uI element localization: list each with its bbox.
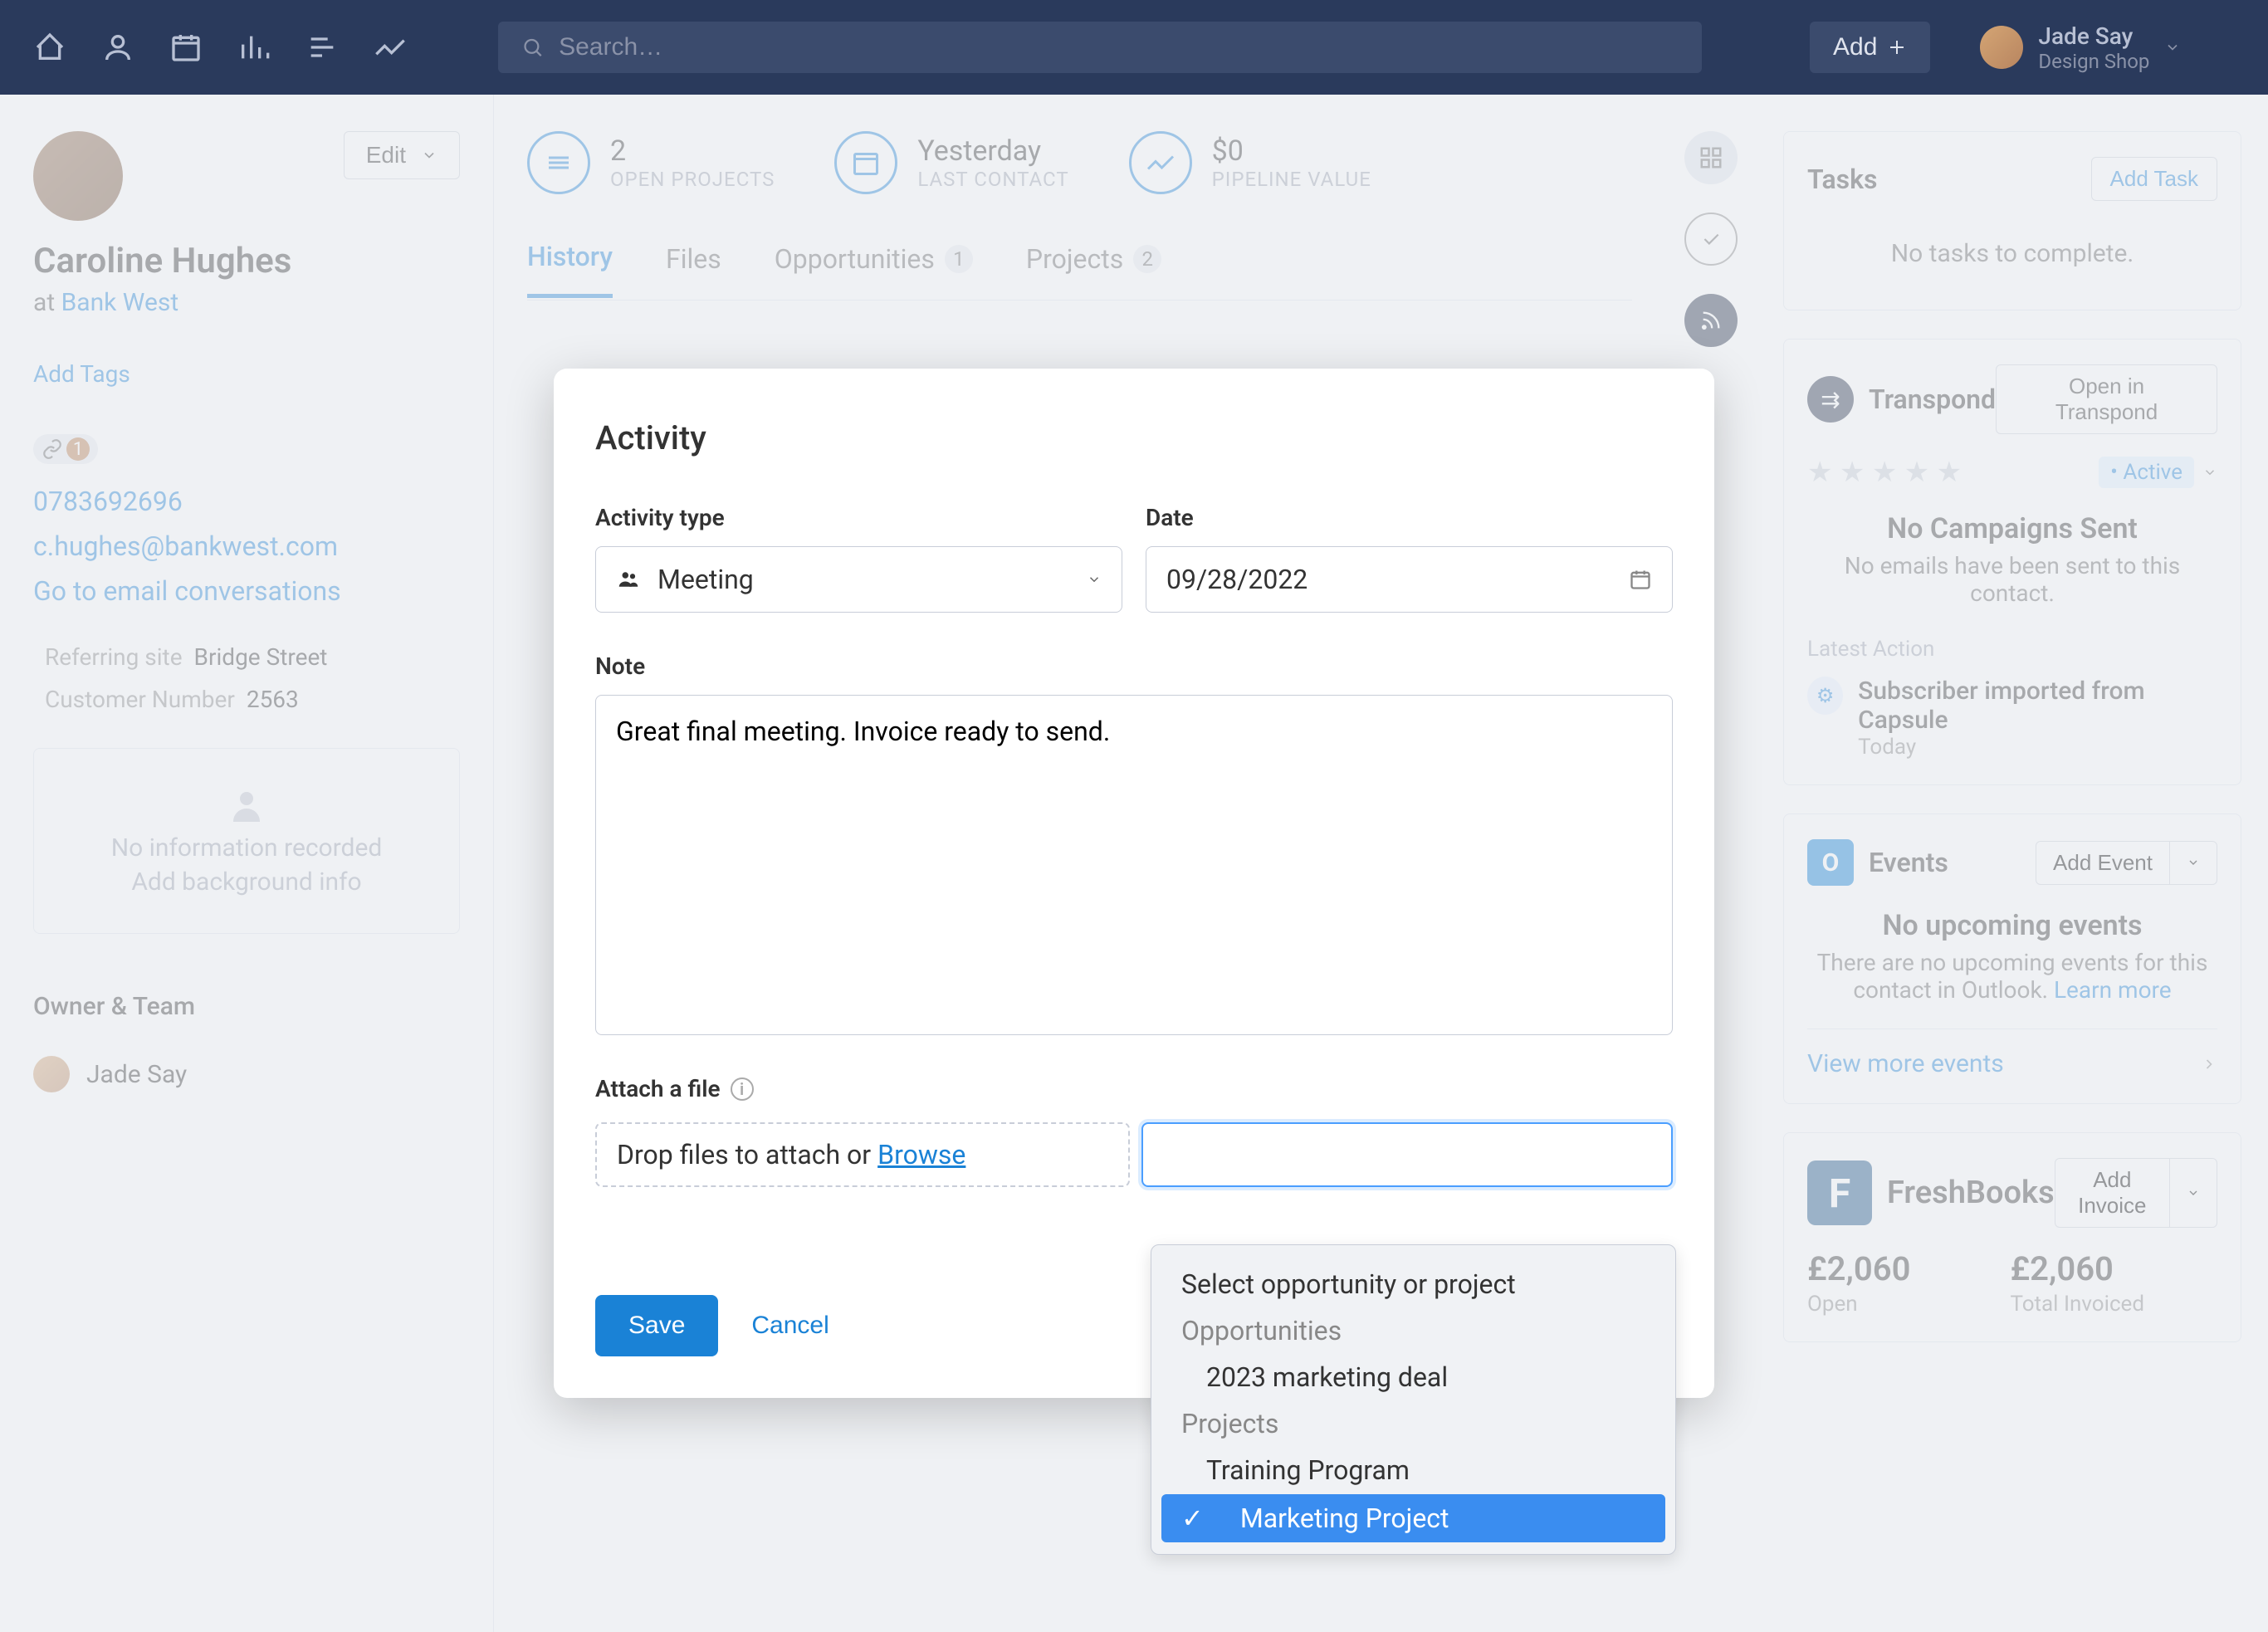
activity-type-label: Activity type [595,504,1122,531]
cancel-button[interactable]: Cancel [751,1312,829,1340]
link-dropdown-menu: Select opportunity or project Opportunit… [1151,1244,1676,1555]
dropdown-placeholder[interactable]: Select opportunity or project [1151,1260,1675,1308]
date-input[interactable]: 09/28/2022 [1146,546,1673,613]
dropdown-header-projects: Projects [1151,1401,1675,1446]
date-label: Date [1146,504,1673,531]
info-icon[interactable]: i [731,1077,754,1101]
calendar-icon [1629,568,1652,591]
dropdown-header-opportunities: Opportunities [1151,1308,1675,1353]
chevron-down-icon [1087,572,1102,587]
modal-title: Activity [595,418,1673,457]
people-icon [616,567,641,592]
note-label: Note [595,652,1673,680]
dropdown-option-selected[interactable]: Marketing Project [1161,1494,1665,1542]
activity-type-select[interactable]: Meeting [595,546,1122,613]
save-button[interactable]: Save [595,1295,718,1356]
dropdown-option[interactable]: 2023 marketing deal [1151,1353,1675,1401]
attach-file-label: Attach a file [595,1075,721,1102]
browse-link[interactable]: Browse [877,1139,965,1170]
activity-modal: Activity Activity type Meeting Date 09/2… [554,369,1714,1398]
link-opportunity-select[interactable] [1141,1122,1673,1187]
activity-modal-backdrop: Activity Activity type Meeting Date 09/2… [0,0,2268,1632]
file-dropzone[interactable]: Drop files to attach or Browse [595,1122,1130,1187]
dropdown-option[interactable]: Training Program [1151,1446,1675,1494]
note-textarea[interactable] [595,695,1673,1035]
